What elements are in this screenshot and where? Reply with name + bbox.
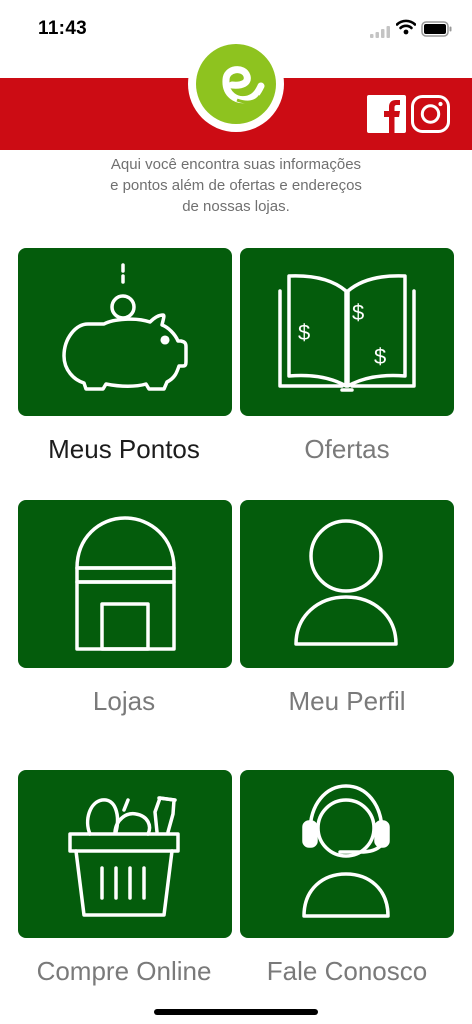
cellular-signal-icon — [370, 26, 390, 38]
shopping-basket-icon — [68, 796, 180, 917]
offers-book-icon: $ $ $ — [278, 274, 416, 392]
wifi-icon — [396, 19, 416, 35]
tile-label-ofertas[interactable]: Ofertas — [231, 434, 463, 465]
intro-line: Aqui você encontra suas informações — [110, 156, 362, 173]
status-time: 11:43 — [38, 18, 88, 39]
tile-compre-online[interactable] — [18, 770, 232, 938]
intro-text: Aqui você encontra suas informações e po… — [60, 154, 412, 217]
brand-logo — [188, 36, 284, 132]
tile-label-compre-online[interactable]: Compre Online — [8, 956, 240, 987]
svg-text:$: $ — [374, 344, 386, 369]
intro-line: de nossas lojas. — [182, 198, 290, 215]
tile-label-meus-pontos[interactable]: Meus Pontos — [8, 434, 240, 465]
instagram-icon[interactable] — [411, 95, 450, 133]
tile-fale-conosco[interactable] — [240, 770, 454, 938]
intro-line: e pontos além de ofertas e endereços — [110, 177, 362, 194]
tile-meus-pontos[interactable] — [18, 248, 232, 416]
tile-label-lojas[interactable]: Lojas — [8, 686, 240, 717]
logo-icon — [196, 44, 276, 124]
svg-text:$: $ — [352, 300, 364, 325]
tile-lojas[interactable] — [18, 500, 232, 668]
battery-icon — [421, 21, 452, 37]
store-icon — [75, 516, 176, 651]
tile-ofertas[interactable]: $ $ $ — [240, 248, 454, 416]
svg-text:$: $ — [298, 320, 310, 345]
tile-label-meu-perfil[interactable]: Meu Perfil — [231, 686, 463, 717]
tile-meu-perfil[interactable] — [240, 500, 454, 668]
home-indicator[interactable] — [154, 1009, 318, 1015]
headset-icon — [302, 784, 390, 918]
facebook-icon[interactable] — [367, 95, 406, 133]
tile-label-fale-conosco[interactable]: Fale Conosco — [231, 956, 463, 987]
profile-icon — [294, 519, 398, 646]
piggy-bank-icon — [62, 263, 188, 391]
